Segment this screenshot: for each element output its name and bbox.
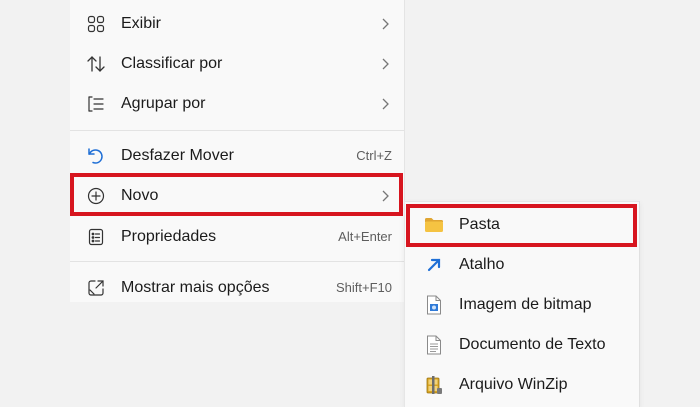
group-list-icon (86, 94, 106, 114)
menu-item-classificar[interactable]: Classificar por (70, 44, 404, 84)
sort-arrows-icon (86, 54, 106, 74)
menu-item-propriedades[interactable]: Propriedades Alt+Enter (70, 217, 404, 257)
winzip-archive-icon (424, 375, 444, 395)
menu-item-label: Propriedades (121, 228, 217, 245)
grid-view-icon (86, 14, 106, 34)
chevron-right-icon (382, 58, 389, 70)
submenu-item-label: Imagem de bitmap (459, 296, 592, 313)
menu-item-label: Mostrar mais opções (121, 279, 270, 296)
menu-item-label: Desfazer Mover (121, 147, 234, 164)
menu-separator (70, 261, 404, 262)
menu-item-label: Exibir (121, 15, 162, 32)
properties-icon (86, 227, 106, 247)
submenu-item-label: Atalho (459, 256, 505, 273)
undo-icon (86, 146, 106, 166)
open-external-icon (86, 278, 106, 298)
submenu-item-label: Arquivo WinZip (459, 376, 568, 393)
menu-item-label: Agrupar por (121, 95, 206, 112)
menu-item-shortcut: Shift+F10 (335, 280, 392, 295)
menu-separator (70, 130, 404, 131)
menu-item-shortcut: Ctrl+Z (356, 148, 392, 163)
menu-item-mostrar-mais[interactable]: Mostrar mais opções Shift+F10 (70, 268, 404, 308)
chevron-right-icon (382, 98, 389, 110)
menu-item-shortcut: Alt+Enter (338, 229, 392, 244)
submenu-item-documento-texto[interactable]: Documento de Texto (405, 325, 639, 365)
context-menu: Exibir Classificar por Agrupar por Desfa… (70, 0, 405, 302)
bitmap-file-icon (424, 295, 444, 315)
submenu-item-label: Documento de Texto (459, 336, 606, 353)
text-document-icon (424, 335, 444, 355)
chevron-right-icon (382, 18, 389, 30)
menu-item-desfazer[interactable]: Desfazer Mover Ctrl+Z (70, 136, 404, 176)
menu-item-agrupar[interactable]: Agrupar por (70, 84, 404, 124)
submenu-item-bitmap[interactable]: Imagem de bitmap (405, 285, 639, 325)
pasta-highlight-box (406, 204, 637, 247)
menu-item-label: Classificar por (121, 55, 223, 72)
submenu-item-winzip[interactable]: Arquivo WinZip (405, 365, 639, 405)
submenu-item-atalho[interactable]: Atalho (405, 245, 639, 285)
novo-highlight-box (70, 173, 403, 216)
menu-item-exibir[interactable]: Exibir (70, 4, 404, 44)
shortcut-arrow-icon (424, 255, 444, 275)
